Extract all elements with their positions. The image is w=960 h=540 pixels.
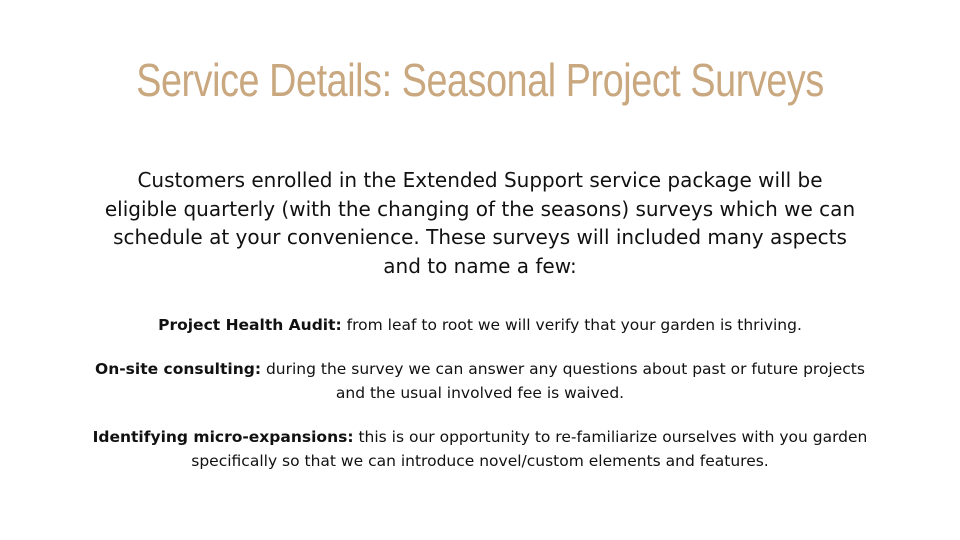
detail-label: On-site consulting: xyxy=(95,360,262,378)
slide: Service Details: Seasonal Project Survey… xyxy=(0,0,960,540)
detail-list: Project Health Audit: from leaf to root … xyxy=(90,313,870,493)
slide-title: Service Details: Seasonal Project Survey… xyxy=(136,54,824,106)
detail-text: from leaf to root we will verify that yo… xyxy=(341,316,802,334)
intro-paragraph: Customers enrolled in the Extended Suppo… xyxy=(104,168,856,278)
detail-text: during the survey we can answer any ques… xyxy=(261,360,865,402)
detail-on-site-consulting: On-site consulting: during the survey we… xyxy=(90,357,870,405)
detail-label: Identifying micro-expansions: xyxy=(92,428,354,446)
detail-label: Project Health Audit: xyxy=(158,316,342,334)
detail-identifying-micro-expansions: Identifying micro-expansions: this is ou… xyxy=(90,425,870,473)
detail-project-health-audit: Project Health Audit: from leaf to root … xyxy=(90,313,870,337)
